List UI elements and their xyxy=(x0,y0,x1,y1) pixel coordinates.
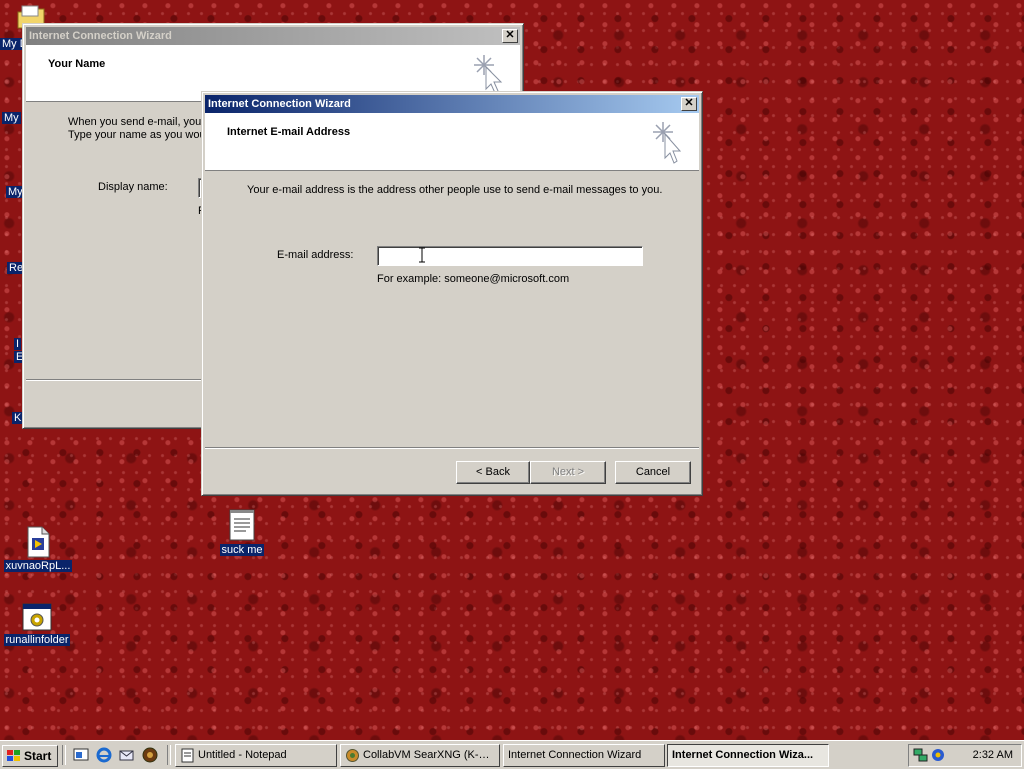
desktop-icon-k[interactable]: K xyxy=(0,412,24,430)
wizard-cursor-art-icon xyxy=(653,122,682,164)
desktop-icon-my-network[interactable]: My xyxy=(0,186,25,204)
desktop-icon-label: I xyxy=(14,338,22,350)
taskbar-task-notepad[interactable]: Untitled - Notepad xyxy=(175,744,337,767)
email-address-field[interactable] xyxy=(377,246,643,266)
task-label: Internet Connection Wiza... xyxy=(672,749,814,761)
task-label: Untitled - Notepad xyxy=(198,749,287,761)
desktop-icon-label: suck me xyxy=(219,544,265,556)
desktop-icon-internet-explorer[interactable]: I E xyxy=(0,336,26,368)
taskbar-task-wizard-2[interactable]: Internet Connection Wiza... xyxy=(667,744,829,767)
wizard-header-title: Your Name xyxy=(48,58,106,70)
next-button[interactable]: Next > xyxy=(530,461,606,484)
clock[interactable]: 2:32 AM xyxy=(973,745,1013,766)
cancel-button[interactable]: Cancel xyxy=(615,461,691,484)
desktop-icon-suck-me[interactable]: suck me xyxy=(214,508,270,556)
desktop-icon-my-computer[interactable]: My xyxy=(0,112,22,130)
back-button[interactable]: < Back xyxy=(456,461,530,484)
taskbar-separator xyxy=(62,745,66,765)
volume-tray-icon[interactable] xyxy=(930,747,946,763)
task-label: Internet Connection Wizard xyxy=(508,749,642,761)
desktop-icon-label: runallinfolder xyxy=(3,634,71,646)
outlook-express-icon[interactable] xyxy=(119,747,135,763)
window-title: Internet Connection Wizard xyxy=(208,98,351,110)
wizard-cursor-art-icon xyxy=(474,55,503,94)
desktop-icon-label: My xyxy=(2,112,21,124)
task-label: CollabVM SearXNG (K-Mel... xyxy=(363,749,497,761)
front-wizard-window[interactable]: Internet Connection Wizard ✕ Internet E-… xyxy=(201,91,703,496)
media-file-icon xyxy=(27,526,50,558)
email-address-label: E-mail address: xyxy=(277,249,354,261)
desktop-icon-recycle-bin[interactable]: Re xyxy=(0,262,26,280)
close-button[interactable]: ✕ xyxy=(502,29,518,43)
close-icon: ✕ xyxy=(505,29,515,41)
start-button[interactable]: Start xyxy=(2,745,58,767)
start-label: Start xyxy=(24,749,52,763)
text-cursor-icon xyxy=(419,247,425,263)
button-separator xyxy=(26,379,206,381)
back-wizard-titlebar[interactable]: Internet Connection Wizard ✕ xyxy=(26,27,520,45)
show-desktop-icon[interactable] xyxy=(73,747,89,763)
wizard-header: Internet E-mail Address xyxy=(205,113,699,171)
notepad-icon xyxy=(181,748,194,763)
window-title: Internet Connection Wizard xyxy=(29,30,172,42)
display-name-label: Display name: xyxy=(98,181,168,193)
media-player-icon[interactable] xyxy=(142,747,158,763)
network-tray-icon[interactable] xyxy=(913,747,929,763)
taskbar-task-browser[interactable]: CollabVM SearXNG (K-Mel... xyxy=(340,744,500,767)
close-button[interactable]: ✕ xyxy=(681,97,697,111)
button-separator xyxy=(205,447,699,449)
windows-logo-icon xyxy=(7,750,20,761)
taskbar-task-wizard-1[interactable]: Internet Connection Wizard xyxy=(503,744,665,767)
browser-globe-icon xyxy=(346,749,359,762)
desktop-icon-runallinfolder[interactable]: runallinfolder xyxy=(2,602,72,646)
taskbar: Start Untitled - Notepad CollabVM SearXN… xyxy=(0,740,1024,769)
desktop-icon-xuvnao[interactable]: xuvnaoRpL... xyxy=(2,526,74,572)
internet-explorer-icon[interactable] xyxy=(96,747,112,763)
wizard-header-title: Internet E-mail Address xyxy=(227,126,351,138)
text-document-icon xyxy=(229,509,255,541)
email-example-text: For example: someone@microsoft.com xyxy=(377,273,570,285)
taskbar-separator xyxy=(167,745,171,765)
program-window-icon xyxy=(22,603,52,631)
front-wizard-titlebar[interactable]: Internet Connection Wizard ✕ xyxy=(205,95,699,113)
close-icon: ✕ xyxy=(684,97,694,109)
desktop-icon-label: xuvnaoRpL... xyxy=(3,560,73,572)
system-tray: 2:32 AM xyxy=(908,744,1022,767)
wizard-description: Your e-mail address is the address other… xyxy=(247,184,663,196)
